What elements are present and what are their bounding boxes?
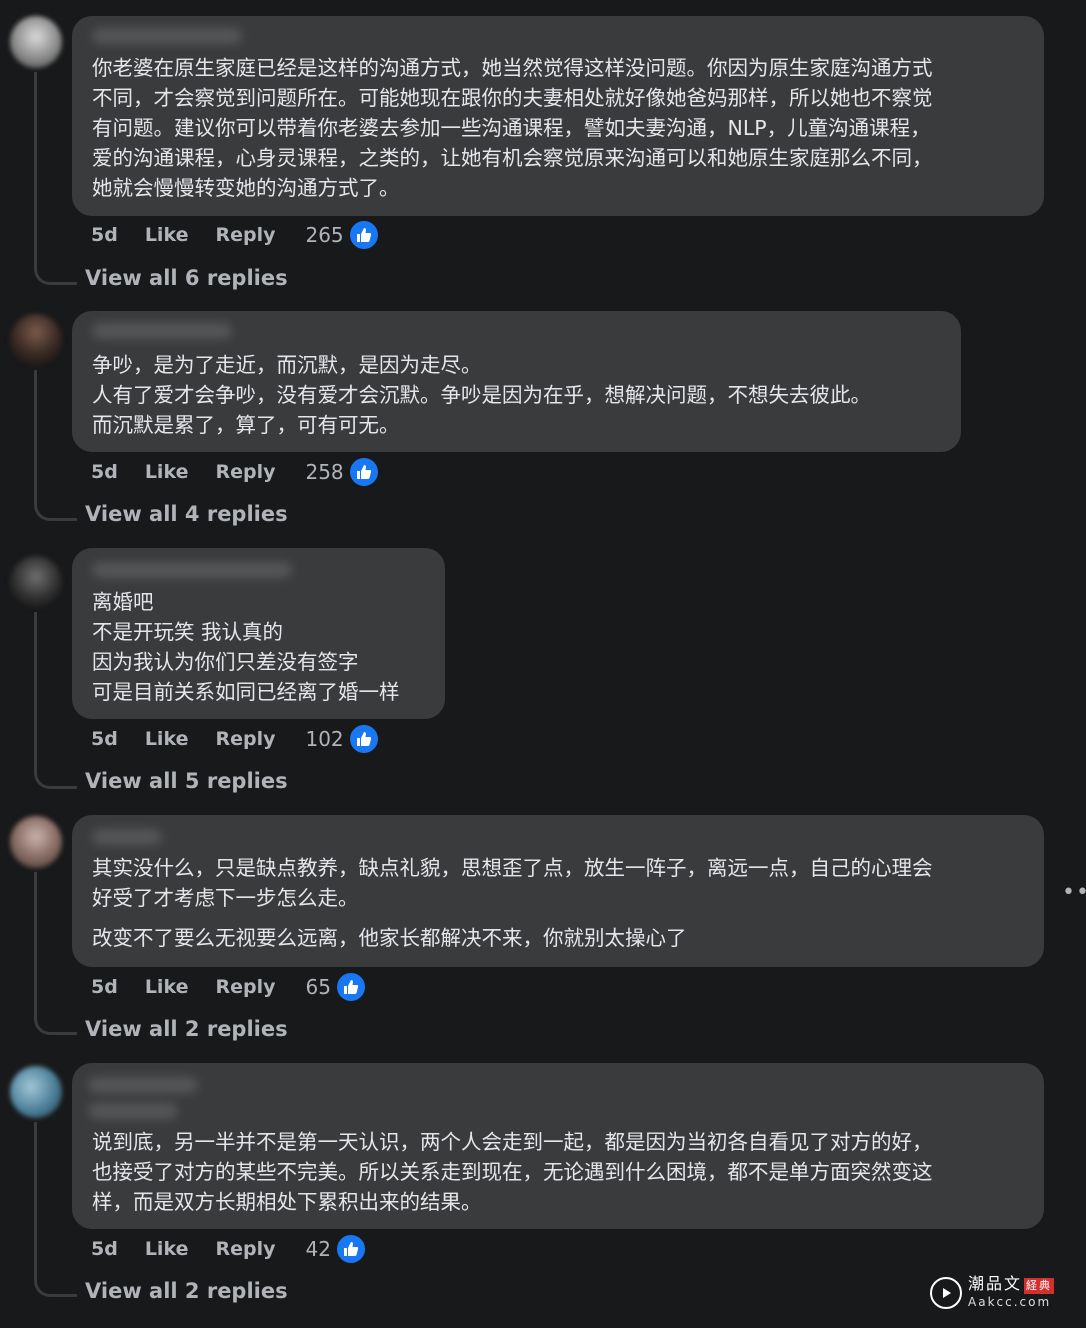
reply-button[interactable]: Reply — [215, 1238, 275, 1260]
thumbs-up-icon — [347, 723, 380, 755]
like-button[interactable]: Like — [145, 728, 189, 750]
comment-bubble: 争吵，是为了走近，而沉默，是因为走尽。 人有了爱才会争吵，没有爱才会沉默。争吵是… — [72, 311, 961, 452]
reply-button[interactable]: Reply — [215, 976, 275, 998]
comment-text-line: 也接受了对方的某些不完美。所以关系走到现在，无论遇到什么困境，都不是单方面突然变… — [92, 1160, 933, 1184]
comment-bubble: 离婚吧 不是开玩笑 我认真的 因为我认为你们只差没有签字 可是目前关系如同已经离… — [72, 548, 445, 719]
thread-line — [34, 72, 77, 285]
reply-button[interactable]: Reply — [215, 461, 275, 483]
thumbs-up-icon — [347, 456, 380, 488]
reaction-count[interactable]: 265 — [305, 223, 343, 247]
comment-bubble: 其实没什么，只是缺点教养，缺点礼貌，思想歪了点，放生一阵子，离远一点，自己的心理… — [72, 815, 1044, 967]
reaction-count[interactable]: 65 — [305, 975, 330, 999]
reply-button[interactable]: Reply — [215, 728, 275, 750]
comment-text-line: 有问题。建议你可以带着你老婆去参加一些沟通课程，譬如夫妻沟通，NLP，儿童沟通课… — [92, 116, 931, 140]
comment-actions: 5d Like Reply 265 — [91, 219, 380, 251]
author-name[interactable] — [92, 562, 292, 578]
comment-actions: 5d Like Reply 42 — [91, 1233, 367, 1265]
thread-line — [34, 872, 77, 1035]
timestamp[interactable]: 5d — [91, 1238, 118, 1260]
timestamp[interactable]: 5d — [91, 461, 118, 483]
comment-text-line: 争吵，是为了走近，而沉默，是因为走尽。 — [92, 353, 482, 377]
comment-text-line: 好受了才考虑下一步怎么走。 — [92, 886, 359, 910]
watermark-title: 潮品文 — [968, 1274, 1023, 1293]
avatar[interactable] — [10, 16, 62, 68]
comment-text-line: 因为我认为你们只差没有签字 — [92, 650, 359, 674]
view-replies-link[interactable]: View all 2 replies — [85, 1279, 288, 1303]
avatar[interactable] — [10, 1066, 62, 1118]
play-icon — [930, 1277, 962, 1309]
like-button[interactable]: Like — [145, 461, 189, 483]
comment-text-line: 其实没什么，只是缺点教养，缺点礼貌，思想歪了点，放生一阵子，离远一点，自己的心理… — [92, 856, 933, 880]
author-name[interactable] — [92, 28, 242, 44]
comment-actions: 5d Like Reply 65 — [91, 971, 367, 1003]
comment-text-line: 爱的沟通课程，心身灵课程，之类的，让她有机会察觉原来沟通可以和她原生家庭那么不同… — [92, 146, 933, 170]
reaction-count[interactable]: 102 — [305, 727, 343, 751]
reply-button[interactable]: Reply — [215, 224, 275, 246]
author-name[interactable] — [92, 829, 162, 845]
comment-actions: 5d Like Reply 258 — [91, 456, 380, 488]
timestamp[interactable]: 5d — [91, 728, 118, 750]
avatar[interactable] — [10, 556, 62, 608]
comment-bubble: 你老婆在原生家庭已经是这样的沟通方式，她当然觉得这样没问题。你因为原生家庭沟通方… — [72, 16, 1044, 216]
comment-text-line: 改变不了要么无视要么远离，他家长都解决不来，你就别太操心了 — [92, 926, 687, 950]
comment-text-line: 说到底，另一半并不是第一天认识，两个人会走到一起，都是因为当初各自看见了对方的好… — [92, 1130, 933, 1154]
like-button[interactable]: Like — [145, 224, 189, 246]
comment-text-line: 不同，才会察觉到问题所在。可能她现在跟你的夫妻相处就好像她爸妈那样，所以她也不察… — [92, 86, 933, 110]
comment-text-line: 可是目前关系如同已经离了婚一样 — [92, 680, 400, 704]
like-button[interactable]: Like — [145, 1238, 189, 1260]
comment-text-line: 不是开玩笑 我认真的 — [92, 620, 284, 644]
watermark-badge: 経典 — [1024, 1278, 1055, 1294]
more-horizontal-icon[interactable]: ••• — [1062, 880, 1086, 905]
view-replies-link[interactable]: View all 6 replies — [85, 266, 288, 290]
view-replies-link[interactable]: View all 4 replies — [85, 502, 288, 526]
view-replies-link[interactable]: View all 2 replies — [85, 1017, 288, 1041]
comment-actions: 5d Like Reply 102 — [91, 723, 380, 755]
author-name[interactable] — [88, 1103, 178, 1119]
thumbs-up-icon — [334, 971, 367, 1003]
watermark-url: Aakcc.com — [968, 1295, 1052, 1309]
comment-text-line: 而沉默是累了，算了，可有可无。 — [92, 413, 400, 437]
watermark-text: 潮品文 経典 Aakcc.com — [968, 1274, 1055, 1310]
avatar[interactable] — [10, 314, 62, 366]
thumbs-up-icon — [347, 219, 380, 251]
thread-line — [34, 1122, 77, 1297]
watermark: 潮品文 経典 Aakcc.com — [930, 1270, 1080, 1316]
reaction-count[interactable]: 258 — [305, 460, 343, 484]
comment-text-line: 离婚吧 — [92, 590, 154, 614]
view-replies-link[interactable]: View all 5 replies — [85, 769, 288, 793]
author-name[interactable] — [88, 1077, 198, 1093]
avatar[interactable] — [10, 816, 62, 868]
thumbs-up-icon — [334, 1233, 367, 1265]
thread-line — [34, 370, 77, 521]
comment-text-line: 人有了爱才会争吵，没有爱才会沉默。争吵是因为在乎，想解决问题，不想失去彼此。 — [92, 383, 871, 407]
comment-text-line: 样，而是双方长期相处下累积出来的结果。 — [92, 1190, 482, 1214]
like-button[interactable]: Like — [145, 976, 189, 998]
author-name[interactable] — [92, 323, 232, 339]
comment-bubble: 说到底，另一半并不是第一天认识，两个人会走到一起，都是因为当初各自看见了对方的好… — [72, 1063, 1044, 1229]
timestamp[interactable]: 5d — [91, 224, 118, 246]
timestamp[interactable]: 5d — [91, 976, 118, 998]
comment-text-line: 她就会慢慢转变她的沟通方式了。 — [92, 176, 400, 200]
comment-text-line: 你老婆在原生家庭已经是这样的沟通方式，她当然觉得这样没问题。你因为原生家庭沟通方… — [92, 56, 933, 80]
thread-line — [34, 612, 77, 789]
reaction-count[interactable]: 42 — [305, 1237, 330, 1261]
